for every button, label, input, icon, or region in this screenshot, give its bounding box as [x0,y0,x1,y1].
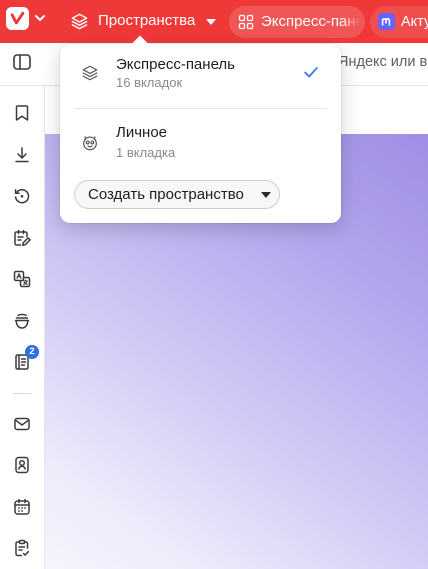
caret-down-icon [261,192,271,198]
translate-icon [13,271,31,288]
space-tab-count: 16 вкладок [116,75,183,90]
create-space-button[interactable]: Создать пространство [74,180,280,209]
calendar-icon [14,498,30,515]
space-item-express-panel[interactable]: Экспресс-панель 16 вкладок [68,48,333,104]
space-tab-count: 1 вкладка [116,145,176,160]
sidebar-item-bookmarks[interactable] [0,93,44,135]
space-item-personal[interactable]: Личное 1 вкладка [68,116,333,174]
sidebar-item-calendar[interactable] [0,486,44,528]
sidebar-item-window[interactable] [0,300,44,342]
sidebar-item-reading-list[interactable]: 2 [0,342,44,384]
window-panel-icon [14,313,30,329]
layers-icon [82,65,98,81]
tasks-icon [15,540,30,557]
sidebar-item-tasks[interactable] [0,528,44,569]
layers-icon [71,13,88,30]
checkmark-icon [304,67,318,78]
mail-icon [14,417,30,430]
chevron-down-icon[interactable] [33,12,47,24]
sidebar-toggle-icon[interactable] [11,51,33,73]
face-icon [83,136,97,151]
sidebar-item-translate[interactable] [0,259,44,301]
space-title: Экспресс-панель [116,56,235,73]
spaces-menu: Экспресс-панель 16 вкладок Личное 1 вкла… [60,35,341,223]
sidebar-item-downloads[interactable] [0,134,44,176]
tab-label: Экспресс-пане [261,13,361,30]
mastodon-icon [378,13,395,30]
tab-mastodon[interactable]: Акту [370,6,428,38]
sidebar-item-notes[interactable] [0,217,44,259]
download-icon [15,147,29,162]
title-bar: Пространства Экспресс-пане Акту [0,0,428,43]
tab-express-panel[interactable]: Экспресс-пане [229,6,365,38]
side-panel: 2 [0,86,45,569]
sidebar-item-mail[interactable] [0,403,44,445]
contacts-icon [15,457,29,474]
history-icon [14,189,30,204]
create-space-label: Создать пространство [88,185,244,203]
sidebar-item-contacts[interactable] [0,445,44,487]
tab-label: Акту [401,14,428,30]
notes-icon [14,229,31,246]
sidebar-item-history[interactable] [0,176,44,218]
menu-divider [74,108,327,109]
caret-down-icon [206,19,216,25]
vivaldi-logo-icon[interactable] [6,7,29,30]
spaces-button[interactable]: Пространства [66,6,222,37]
bookmark-icon [15,105,29,121]
address-placeholder: Яндекс или в [338,54,428,70]
sidebar-divider [0,383,44,403]
unread-count-badge: 2 [25,345,39,359]
space-title: Личное [116,124,168,141]
grid-icon [238,14,254,30]
spaces-label: Пространства [98,12,196,29]
